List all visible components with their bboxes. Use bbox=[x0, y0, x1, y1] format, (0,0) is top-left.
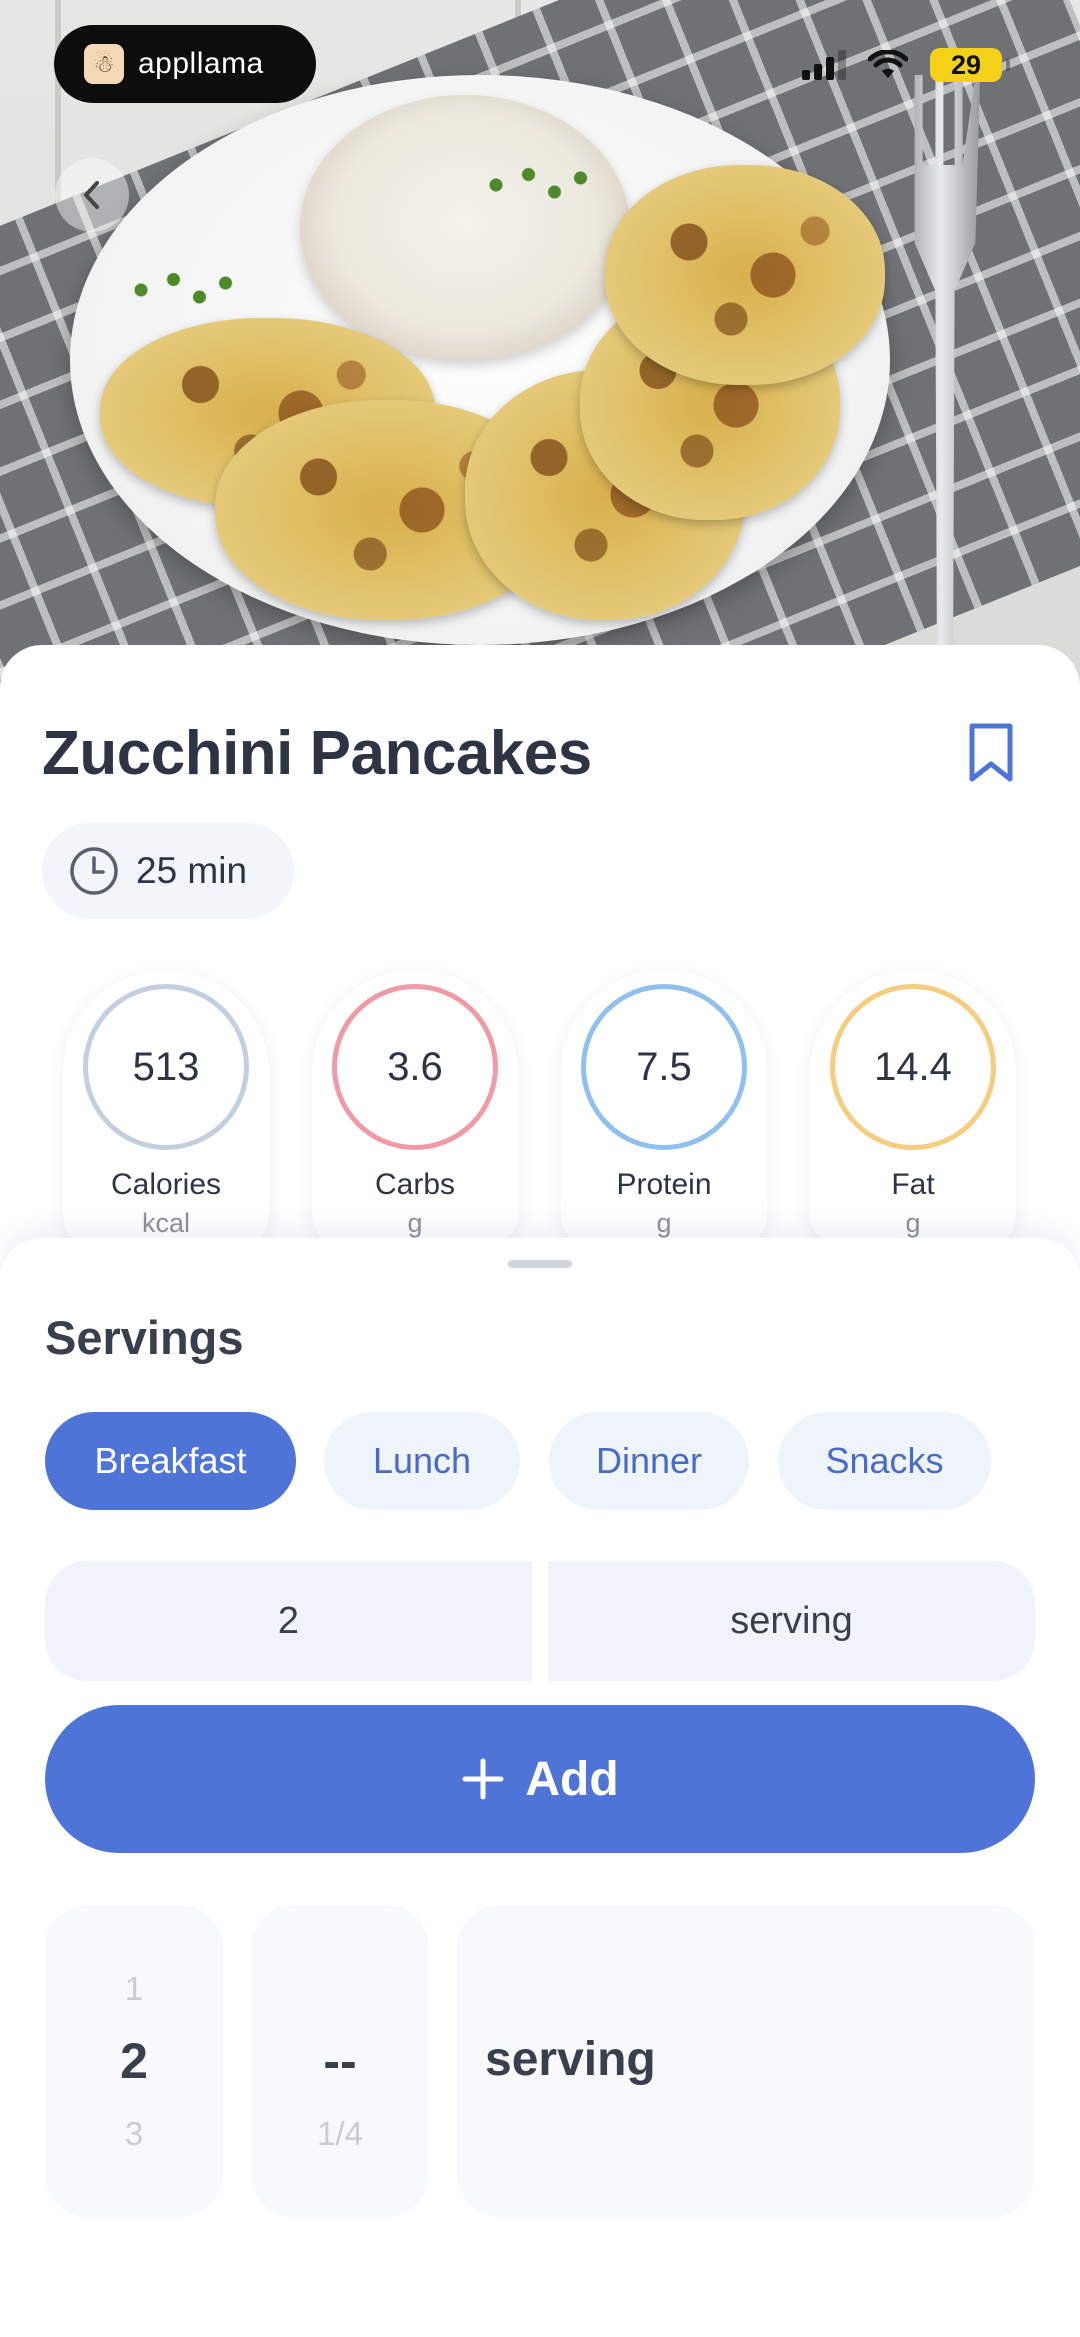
meal-chip-dinner[interactable]: Dinner bbox=[549, 1412, 749, 1510]
cook-time: 25 min bbox=[136, 850, 248, 891]
calories-ring: 513 bbox=[83, 984, 249, 1150]
app-indicator-pill[interactable]: ☃ appllama bbox=[54, 25, 316, 103]
picker-option-selected[interactable]: 2 bbox=[45, 2032, 223, 2090]
carbs-ring: 3.6 bbox=[332, 984, 498, 1150]
picker-option-selected[interactable]: -- bbox=[251, 2032, 429, 2090]
nutrition-unit: kcal bbox=[141, 1208, 190, 1238]
meal-chip-lunch[interactable]: Lunch bbox=[324, 1412, 520, 1510]
chevron-left-icon bbox=[84, 181, 99, 209]
bookmark-icon bbox=[969, 723, 1013, 782]
picker-option[interactable]: 1 bbox=[45, 1970, 223, 2008]
wifi-icon bbox=[868, 50, 908, 78]
dill-garnish bbox=[115, 255, 245, 325]
status-icons: 29 bbox=[802, 48, 1010, 82]
app-name: appllama bbox=[138, 47, 264, 80]
dill-garnish bbox=[470, 150, 600, 220]
fraction-picker[interactable]: -- 1/4 bbox=[251, 1905, 429, 2217]
nutrition-unit: g bbox=[905, 1208, 921, 1238]
servings-title: Servings bbox=[45, 1311, 244, 1364]
nutrition-label: Fat bbox=[891, 1168, 935, 1201]
battery-level: 29 bbox=[950, 49, 982, 80]
nutrition-card-fat: 14.4 Fat g bbox=[810, 970, 1016, 1250]
meal-chip-snacks[interactable]: Snacks bbox=[778, 1412, 991, 1510]
pancake bbox=[605, 165, 885, 385]
nutrition-card-protein: 7.5 Protein g bbox=[561, 970, 767, 1250]
recipe-title: Zucchini Pancakes bbox=[42, 719, 592, 788]
nutrition-unit: g bbox=[656, 1208, 672, 1238]
picker-option-selected[interactable]: serving bbox=[485, 2032, 656, 2087]
fat-ring: 14.4 bbox=[830, 984, 996, 1150]
nutrition-label: Calories bbox=[110, 1168, 222, 1201]
back-button[interactable] bbox=[55, 158, 129, 232]
cook-time-chip: 25 min bbox=[42, 823, 294, 919]
nutrition-label: Carbs bbox=[374, 1168, 456, 1201]
unit-picker[interactable]: serving bbox=[457, 1905, 1035, 2217]
clock-icon bbox=[70, 847, 118, 895]
sheet-grabber[interactable] bbox=[508, 1260, 572, 1268]
bookmark-button[interactable] bbox=[966, 722, 1016, 789]
unit-field[interactable]: serving bbox=[548, 1561, 1035, 1681]
llama-logo-icon: ☃ bbox=[84, 44, 124, 84]
nutrition-card-calories: 513 Calories kcal bbox=[63, 970, 269, 1250]
meal-chip-breakfast[interactable]: Breakfast bbox=[45, 1412, 296, 1510]
nutrition-label: Protein bbox=[616, 1168, 712, 1201]
signal-icon bbox=[802, 50, 846, 80]
recipe-hero-image bbox=[0, 0, 1080, 700]
picker-option[interactable]: 3 bbox=[45, 2115, 223, 2153]
protein-ring: 7.5 bbox=[581, 984, 747, 1150]
nutrition-card-carbs: 3.6 Carbs g bbox=[312, 970, 518, 1250]
add-button-label: Add bbox=[525, 1752, 619, 1806]
picker-option[interactable]: 1/4 bbox=[251, 2115, 429, 2153]
nutrition-unit: g bbox=[407, 1208, 423, 1238]
plus-icon bbox=[462, 1758, 504, 1800]
quantity-field[interactable]: 2 bbox=[45, 1561, 532, 1681]
battery-icon: 29 bbox=[930, 48, 1010, 82]
sauce-bowl bbox=[300, 95, 630, 360]
add-button[interactable]: Add bbox=[45, 1705, 1035, 1853]
whole-number-picker[interactable]: 1 2 3 bbox=[45, 1905, 223, 2217]
